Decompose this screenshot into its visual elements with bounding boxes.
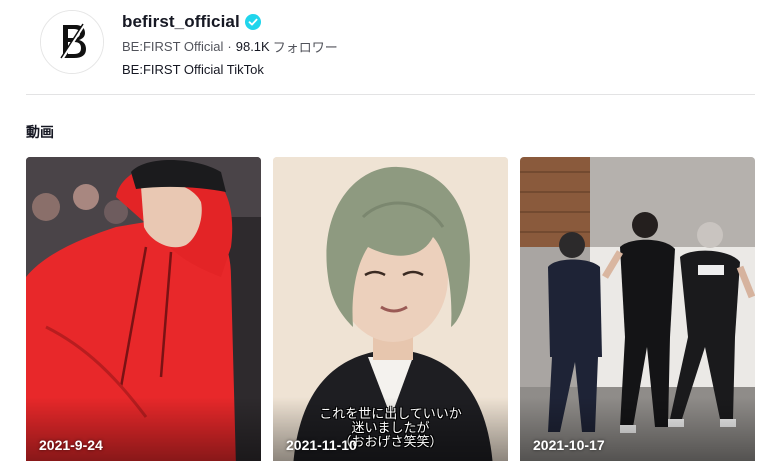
verified-badge-icon xyxy=(244,14,261,30)
video-card[interactable]: 2021-10-17 xyxy=(520,157,755,461)
username-row: befirst_official xyxy=(122,8,338,36)
video-date: 2021-10-17 xyxy=(533,437,605,453)
username[interactable]: befirst_official xyxy=(122,12,240,32)
divider xyxy=(26,94,755,95)
profile-meta: BE:FIRST Official · 98.1K フォロワー xyxy=(122,37,338,55)
follower-count: 98.1K xyxy=(235,38,270,54)
follower-label: フォロワー xyxy=(272,39,338,55)
meta-separator: · xyxy=(227,38,232,54)
profile-header: befirst_official BE:FIRST Official · 98.… xyxy=(40,8,755,88)
profile-info: befirst_official BE:FIRST Official · 98.… xyxy=(122,8,338,80)
video-card[interactable]: 2021-9-24 xyxy=(26,157,261,461)
video-card[interactable]: これを世に出していいか 迷いましたが （おおげさ笑笑） 2021-11-10 xyxy=(273,157,508,461)
caption-line: これを世に出していいか xyxy=(319,406,462,421)
avatar[interactable] xyxy=(40,10,104,74)
befirst-logo-icon xyxy=(41,11,103,73)
profile-bio: BE:FIRST Official TikTok xyxy=(122,62,264,77)
video-date: 2021-9-24 xyxy=(39,437,103,453)
video-date: 2021-11-10 xyxy=(286,437,357,453)
caption-line: 迷いましたが xyxy=(351,420,430,435)
display-name: BE:FIRST Official xyxy=(122,38,224,54)
video-grid: 2021-9-24 これを世に出していいか 迷いましたが （おおげさ笑笑） 20… xyxy=(26,157,755,461)
section-title: 動画 xyxy=(26,124,54,140)
